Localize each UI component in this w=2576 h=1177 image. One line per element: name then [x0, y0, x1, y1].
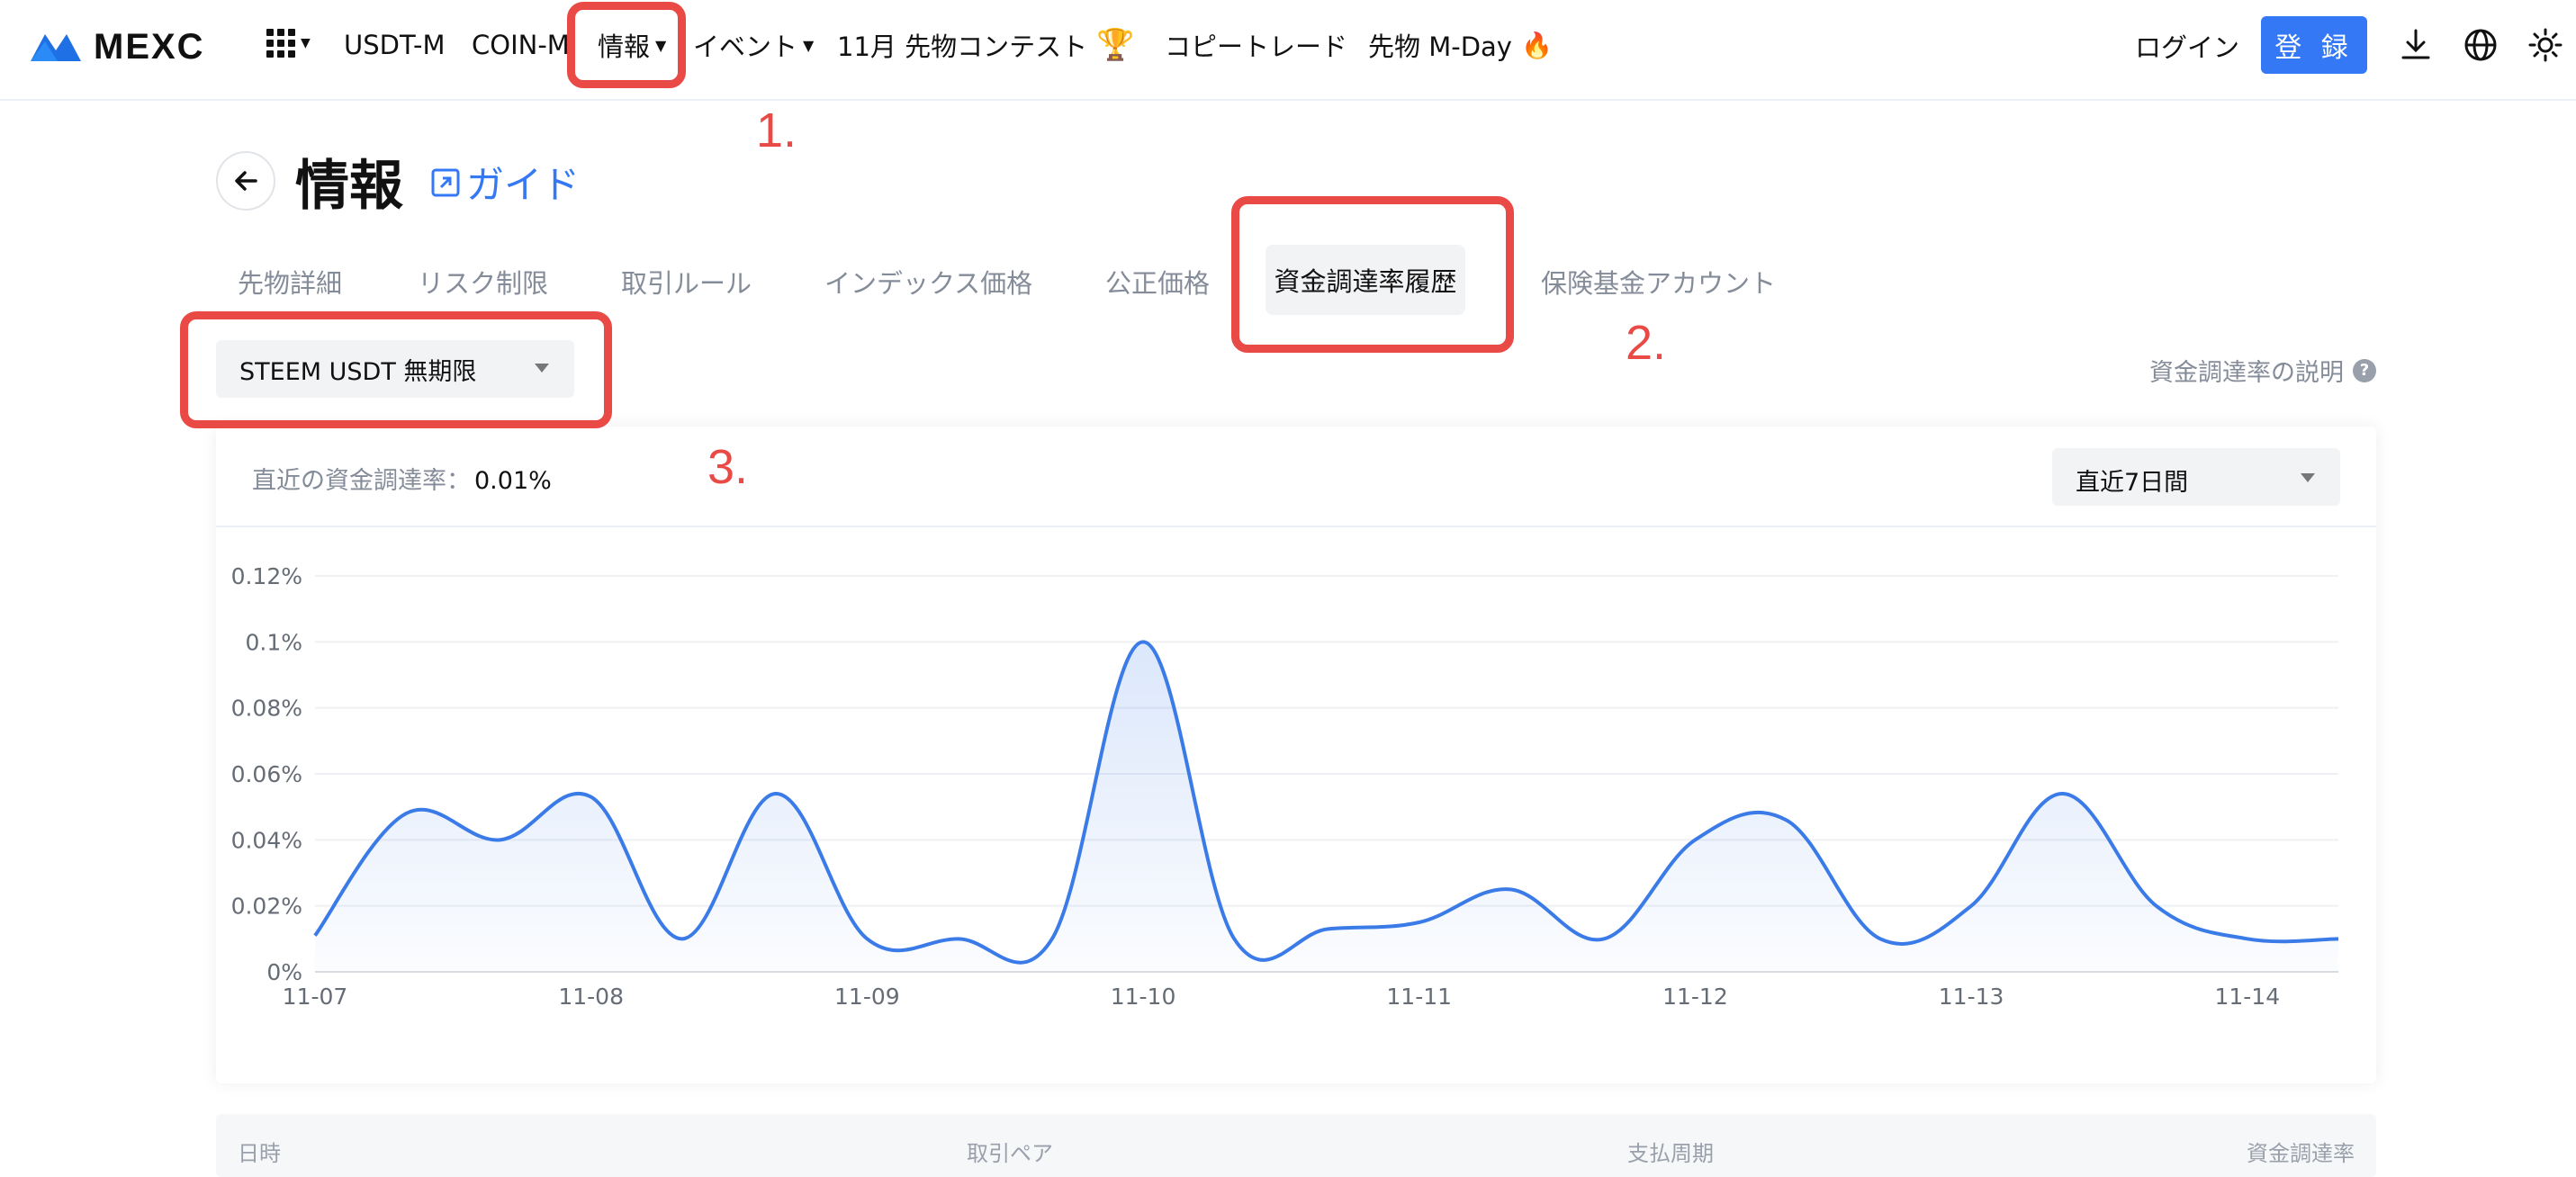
y-tick-label: 0.1% — [245, 629, 302, 655]
series-area — [315, 642, 2338, 972]
nav-mday-label: 先物 M-Day — [1368, 31, 1512, 62]
nav-contest[interactable]: 11月 先物コンテスト 🏆 — [837, 0, 1134, 90]
column-header-time: 日時 — [238, 1141, 281, 1166]
table-header: 日時 取引ペア 支払周期 資金調達率 — [216, 1114, 2376, 1177]
tab-index-price[interactable]: インデックス価格 — [824, 263, 1032, 301]
arrow-left-icon — [235, 171, 257, 191]
x-tick-label: 11-10 — [1111, 984, 1176, 1010]
caret-down-icon: ▼ — [803, 36, 815, 54]
y-tick-label: 0.12% — [231, 563, 302, 589]
trophy-icon: 🏆 — [1096, 27, 1135, 63]
annotation-number-2: 2. — [1626, 316, 1667, 370]
nav-contest-label: 11月 先物コンテスト — [837, 31, 1088, 62]
annotation-number-1: 1. — [756, 103, 797, 157]
annotation-box-1 — [567, 2, 686, 88]
nav-copy-trade[interactable]: コピートレード — [1165, 0, 1347, 90]
recent-rate-value: 0.01% — [474, 467, 552, 495]
help-icon: ? — [2353, 358, 2376, 382]
annotation-box-2 — [1231, 196, 1514, 353]
x-tick-label: 11-12 — [1662, 984, 1728, 1010]
recent-rate-label: 直近の資金調達率： — [252, 467, 471, 495]
nav-mday[interactable]: 先物 M-Day 🔥 — [1368, 0, 1553, 90]
nav-event[interactable]: イベント ▼ — [693, 0, 814, 90]
funding-rate-chart: 0% 0.02% 0.04% 0.06% 0.08% 0.1% 0.12% 11-07 11-0… — [231, 563, 2339, 1010]
y-tick-label: 0.08% — [231, 696, 302, 722]
brand-name: MEXC — [94, 26, 205, 67]
funding-rate-explain-link[interactable]: 資金調達率の説明 ? — [2149, 353, 2376, 388]
tab-risk-limit[interactable]: リスク制限 — [418, 263, 548, 301]
period-select[interactable]: 直近7日間 — [2052, 448, 2340, 506]
apps-menu-button[interactable]: ▼ — [266, 29, 311, 58]
nav-usdt-m[interactable]: USDT-M — [344, 0, 446, 90]
globe-icon[interactable] — [2463, 27, 2499, 63]
column-header-interval: 支払周期 — [1627, 1141, 1714, 1166]
caret-down-icon — [2301, 473, 2315, 482]
tab-trading-rules[interactable]: 取引ルール — [621, 263, 752, 301]
annotation-number-3: 3. — [707, 440, 749, 494]
tab-fair-price[interactable]: 公正価格 — [1105, 263, 1210, 301]
column-header-funding-rate: 資金調達率 — [2247, 1141, 2355, 1166]
nav-event-label: イベント — [693, 31, 798, 62]
caret-down-icon: ▼ — [301, 36, 311, 50]
nav-coin-m[interactable]: COIN-M — [472, 0, 570, 90]
y-tick-label: 0.06% — [231, 761, 302, 787]
mexc-logo-icon — [31, 34, 81, 61]
guide-link[interactable]: ガイド — [430, 155, 580, 210]
tab-insurance-fund[interactable]: 保険基金アカウント — [1541, 263, 1776, 301]
login-link[interactable]: ログイン — [2135, 27, 2239, 65]
back-button[interactable] — [216, 151, 275, 211]
card-header: 直近の資金調達率： 0.01% 直近7日間 — [216, 427, 2376, 527]
x-tick-label: 11-14 — [2214, 984, 2280, 1010]
recent-rate: 直近の資金調達率： 0.01% — [252, 461, 552, 496]
sun-icon[interactable] — [2527, 27, 2563, 63]
x-tick-label: 11-07 — [283, 984, 348, 1010]
x-tick-label: 11-13 — [1939, 984, 2004, 1010]
top-nav: MEXC ▼ USDT-M COIN-M 情報 ▼ イベント ▼ 11月 先物コンテ… — [0, 0, 2576, 101]
annotation-box-3 — [180, 311, 612, 428]
guide-label: ガイド — [466, 163, 581, 207]
y-tick-label: 0% — [266, 959, 302, 985]
column-header-pair: 取引ペア — [967, 1141, 1053, 1166]
period-select-value: 直近7日間 — [2076, 469, 2189, 497]
x-tick-label: 11-08 — [558, 984, 624, 1010]
fire-icon: 🔥 — [1520, 30, 1553, 60]
y-tick-label: 0.04% — [231, 827, 302, 853]
funding-rate-card: 直近の資金調達率： 0.01% 直近7日間 0% 0.02% 0.04% 0.06% 0.… — [216, 427, 2376, 1083]
y-tick-label: 0.02% — [231, 894, 302, 920]
download-icon[interactable] — [2398, 27, 2434, 63]
x-tick-label: 11-11 — [1386, 984, 1452, 1010]
x-tick-label: 11-09 — [834, 984, 900, 1010]
tab-contract-details[interactable]: 先物詳細 — [238, 263, 342, 301]
explain-label: 資金調達率の説明 — [2149, 359, 2344, 387]
guide-icon — [431, 168, 460, 196]
brand-logo[interactable]: MEXC — [27, 20, 205, 74]
page-title: 情報 — [295, 155, 403, 218]
grid-icon — [266, 29, 295, 58]
register-button[interactable]: 登 録 — [2261, 16, 2367, 74]
